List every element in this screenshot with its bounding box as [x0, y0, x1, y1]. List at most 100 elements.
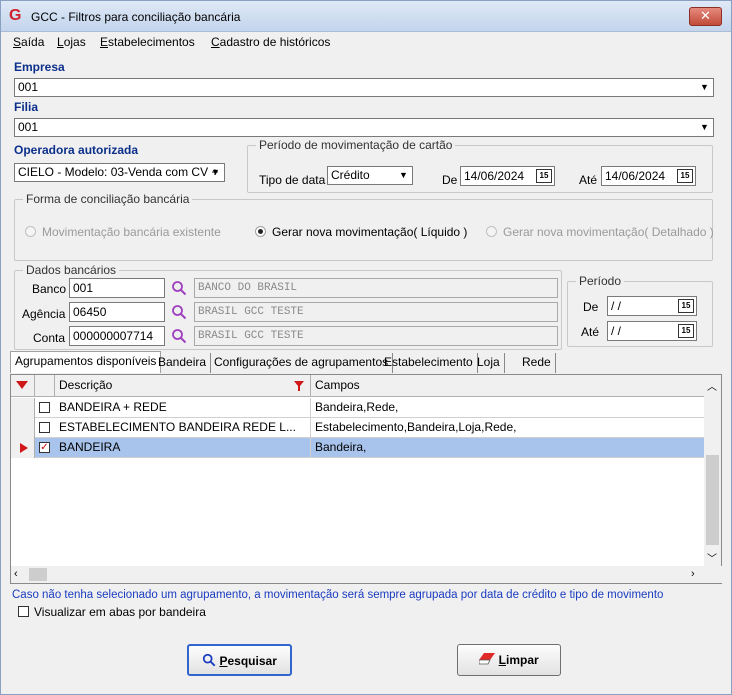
radio-nova-liquido-label: Gerar nova movimentação( Líquido ): [272, 225, 468, 239]
agencia-descricao: BRASIL GCC TESTE: [194, 302, 558, 322]
conta-label: Conta: [33, 331, 66, 345]
periodo-de-value: / /: [611, 299, 622, 313]
tab-agrupamentos[interactable]: Agrupamentos disponíveis: [10, 351, 162, 373]
agencia-field[interactable]: 06450: [69, 302, 165, 322]
info-text: Caso não tenha selecionado um agrupament…: [12, 589, 664, 601]
tipo-data-label: Tipo de data: [259, 173, 326, 187]
empresa-label: Empresa: [14, 60, 65, 74]
search-icon[interactable]: [171, 304, 187, 320]
banco-label: Banco: [32, 282, 67, 296]
main-window: G GCC - Filtros para conciliação bancári…: [0, 0, 732, 695]
chevron-down-icon[interactable]: ▼: [396, 168, 411, 183]
table-row[interactable]: BANDEIRA + REDE Bandeira,Rede,: [11, 398, 705, 418]
row-descricao: BANDEIRA: [55, 438, 311, 458]
tipo-data-value: Crédito: [331, 168, 370, 182]
filial-value: 001: [18, 120, 39, 134]
row-campos: Bandeira,: [315, 440, 367, 454]
header-campos[interactable]: Campos: [311, 375, 705, 397]
scroll-thumb[interactable]: [29, 568, 47, 581]
operadora-label: Operadora autorizada: [14, 143, 139, 157]
row-indicator: [11, 418, 35, 438]
table-row[interactable]: ✓ BANDEIRA Bandeira,: [11, 438, 705, 458]
search-icon: [203, 653, 216, 667]
operadora-select[interactable]: CIELO - Modelo: 03-Venda com CV + ▼: [14, 163, 225, 182]
tab-configuracoes[interactable]: Configurações de agrupamentos: [210, 353, 394, 373]
filial-select[interactable]: 001 ▼: [14, 118, 714, 137]
scroll-thumb[interactable]: [706, 455, 719, 545]
tab-bandeira[interactable]: Bandeira: [154, 353, 212, 373]
radio-movimentacao-existente-label: Movimentação bancária existente: [42, 225, 221, 239]
banco-value: 001: [73, 281, 94, 295]
calendar-icon[interactable]: 15: [678, 324, 694, 338]
search-icon[interactable]: [171, 328, 187, 344]
row-checkbox[interactable]: [39, 402, 50, 413]
periodo-ate-value: / /: [611, 324, 622, 338]
radio-movimentacao-existente[interactable]: [25, 226, 36, 237]
radio-nova-liquido[interactable]: [255, 226, 266, 237]
current-row-arrow-icon: [20, 443, 28, 453]
menu-bar: Saída Lojas Estabelecimentos Cadastro de…: [1, 32, 731, 52]
header-descricao[interactable]: Descrição: [55, 375, 311, 397]
data-inicio-value: 14/06/2024: [464, 169, 525, 183]
title-bar[interactable]: G GCC - Filtros para conciliação bancári…: [1, 1, 731, 32]
header-check: [35, 375, 55, 397]
empresa-select[interactable]: 001 ▼: [14, 78, 714, 97]
row-descricao: BANDEIRA + REDE: [55, 398, 311, 418]
table-row[interactable]: ESTABELECIMENTO BANDEIRA REDE L... Estab…: [11, 418, 705, 438]
tab-estabelecimento[interactable]: Estabelecimento: [380, 353, 478, 373]
menu-cadastro-historicos[interactable]: Cadastro de históricos: [211, 35, 330, 49]
forma-conciliacao-title: Forma de conciliação bancária: [23, 192, 193, 206]
tab-loja[interactable]: Loja: [473, 353, 505, 373]
filter-triangle-icon[interactable]: [16, 381, 30, 391]
row-checkbox[interactable]: ✓: [39, 442, 50, 453]
app-logo-icon: G: [9, 7, 22, 24]
conta-field[interactable]: 000000007714: [69, 326, 165, 346]
filter-icon[interactable]: [294, 381, 304, 391]
grid-header: Descrição Campos: [11, 375, 705, 397]
chevron-up-icon[interactable]: ︿: [707, 378, 717, 393]
row-campos: Estabelecimento,Bandeira,Loja,Rede,: [315, 420, 517, 434]
calendar-icon[interactable]: 15: [536, 169, 552, 183]
tipo-data-select[interactable]: Crédito ▼: [327, 166, 413, 185]
row-checkbox[interactable]: [39, 422, 50, 433]
periodo-ate-label: Até: [581, 325, 600, 339]
agencia-value: 06450: [73, 305, 107, 319]
periodo-de-label: De: [583, 300, 599, 314]
banco-field[interactable]: 001: [69, 278, 165, 298]
search-icon[interactable]: [171, 280, 187, 296]
header-indicator: [11, 375, 35, 397]
limpar-button[interactable]: Limpar: [457, 644, 561, 676]
menu-lojas[interactable]: Lojas: [57, 35, 86, 49]
tab-rede[interactable]: Rede: [518, 353, 556, 373]
ate-label: Até: [579, 173, 598, 187]
vertical-scrollbar[interactable]: ︿ ﹀: [704, 375, 721, 567]
header-campos-label: Campos: [315, 378, 360, 392]
eraser-icon: [478, 653, 496, 665]
agencia-descricao-value: BRASIL GCC TESTE: [198, 306, 304, 318]
data-fim-value: 14/06/2024: [605, 169, 666, 183]
chevron-left-icon[interactable]: ‹: [14, 568, 18, 580]
chevron-right-icon[interactable]: ›: [691, 568, 695, 580]
menu-saida[interactable]: Saída: [13, 35, 44, 49]
operadora-value: CIELO - Modelo: 03-Venda com CV +: [18, 165, 219, 179]
chevron-down-icon[interactable]: ▼: [208, 165, 223, 180]
menu-estabelecimentos[interactable]: Estabelecimentos: [100, 35, 195, 49]
calendar-icon[interactable]: 15: [678, 299, 694, 313]
window-title: GCC - Filtros para conciliação bancária: [31, 10, 241, 24]
visualizar-checkbox[interactable]: [18, 606, 29, 617]
row-indicator: [11, 398, 35, 418]
row-descricao: ESTABELECIMENTO BANDEIRA REDE L...: [55, 418, 311, 438]
chevron-down-icon[interactable]: ▼: [697, 120, 712, 135]
dados-bancarios-title: Dados bancários: [23, 263, 120, 277]
agencia-label: Agência: [22, 307, 66, 321]
chevron-down-icon[interactable]: ▼: [697, 80, 712, 95]
banco-descricao: BANCO DO BRASIL: [194, 278, 558, 298]
pesquisar-button[interactable]: Pesquisar: [187, 644, 292, 676]
periodo-title: Período: [576, 274, 625, 288]
header-descricao-label: Descrição: [59, 378, 113, 392]
horizontal-scrollbar[interactable]: ‹ ›: [11, 566, 723, 583]
close-button[interactable]: ✕: [689, 7, 722, 26]
radio-nova-detalhado[interactable]: [486, 226, 497, 237]
calendar-icon[interactable]: 15: [677, 169, 693, 183]
chevron-down-icon[interactable]: ﹀: [707, 550, 717, 565]
